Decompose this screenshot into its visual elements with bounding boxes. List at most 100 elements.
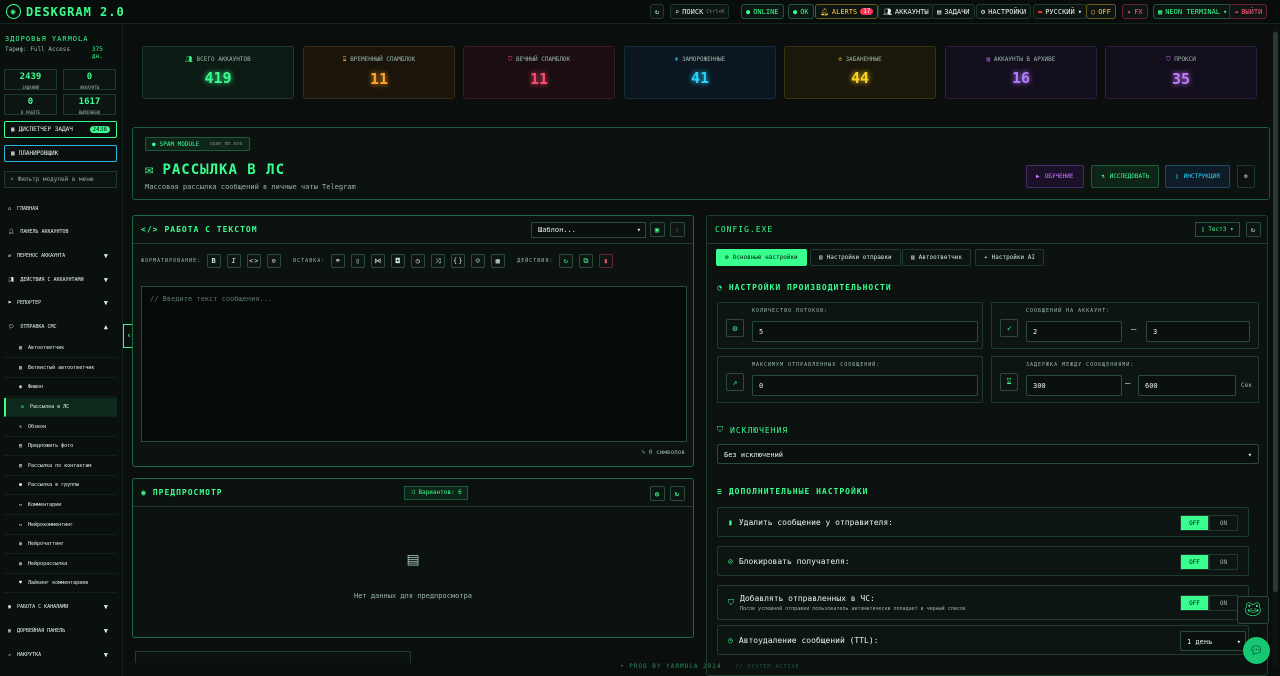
- ttl-select[interactable]: 1 день ▾: [1180, 631, 1246, 651]
- alerts-button[interactable]: 🔔︎ ALERTS 17: [815, 4, 879, 19]
- subnav-autoresponder[interactable]: ▥ Автоответчик: [4, 339, 117, 358]
- gear-icon: ⚙: [1244, 173, 1248, 180]
- sound-toggle[interactable]: ○ OFF: [1086, 4, 1116, 19]
- dispatcher-button[interactable]: ▣ ДИСПЕТЧЕР ЗАДАЧ 2438: [4, 121, 117, 138]
- accounts-button[interactable]: 👥︎ АККАУНТЫ: [878, 4, 934, 19]
- chat-fab-button[interactable]: 💬︎: [1243, 637, 1270, 664]
- message-textarea[interactable]: // Введите текст сообщения...: [141, 286, 687, 442]
- subnav-neuro-mailing[interactable]: ◍ Нейрорассылка: [4, 555, 117, 574]
- copy-text-button[interactable]: ⧉: [579, 254, 594, 268]
- refresh-button[interactable]: ↻: [650, 4, 665, 19]
- italic-button[interactable]: I: [227, 254, 242, 268]
- nav-home[interactable]: ⌂ ГЛАВНАЯ: [0, 199, 122, 218]
- per-account-min-input[interactable]: 2: [1026, 321, 1122, 342]
- module-filter-input[interactable]: ⌕ Фильтр модулей в меню: [4, 171, 117, 188]
- preview-refresh-button[interactable]: ↻: [670, 486, 685, 501]
- scrollbar-thumb[interactable]: [1273, 32, 1278, 592]
- logout-button[interactable]: ⇥ ВЫЙТИ: [1229, 4, 1268, 19]
- per-account-max-input[interactable]: 3: [1146, 321, 1250, 342]
- tasks-button[interactable]: ▤ ЗАДАЧИ: [932, 4, 975, 19]
- flag-icon: ⚑: [8, 299, 12, 306]
- block-receiver-toggle[interactable]: OFF ON: [1180, 554, 1238, 570]
- subnav-dm-mailing[interactable]: ✉ Рассылка в ЛС: [4, 398, 117, 417]
- threads-input[interactable]: 5: [752, 321, 978, 342]
- research-button[interactable]: ⚗ ИССЛЕДОВАТЬ: [1091, 165, 1160, 188]
- emoji-button[interactable]: ☺: [471, 254, 486, 268]
- card-temp-spamblock[interactable]: ⌛︎ ВРЕМЕННЫЙ СПАМБЛОК 11: [303, 46, 455, 99]
- template-select[interactable]: Шаблон... ▾: [531, 222, 646, 238]
- variable-button[interactable]: {}: [451, 254, 466, 268]
- share-button[interactable]: ⋈: [371, 254, 386, 268]
- card-frozen[interactable]: ❄ ЗАМОРОЖЕННЫЕ 41: [624, 46, 776, 99]
- card-proxies[interactable]: ⛉ ПРОКСИ 35: [1105, 46, 1257, 99]
- nav-sms[interactable]: 💬︎ ОТПРАВКА СМС ▲: [0, 317, 122, 336]
- toggle-on[interactable]: ON: [1209, 595, 1238, 611]
- tab-ai-settings[interactable]: ✦ Настройки AI: [975, 249, 1044, 266]
- subnav-comment-liking[interactable]: ♥ Лайкинг комментариев: [4, 574, 117, 593]
- fx-toggle[interactable]: ✦ FX: [1122, 4, 1148, 19]
- refresh-text-button[interactable]: ↻: [559, 254, 574, 268]
- image-button[interactable]: ▦: [491, 254, 506, 268]
- file-button[interactable]: ▯: [351, 254, 366, 268]
- toggle-on[interactable]: ON: [1209, 554, 1238, 570]
- nav-reporter[interactable]: ⚑ РЕПОРТЕР ▼: [0, 293, 122, 312]
- subnav-calling[interactable]: ☏ Обзвон: [4, 418, 117, 437]
- code-button[interactable]: <>: [247, 254, 262, 268]
- card-archived[interactable]: ▤ АККАУНТЫ В АРХИВЕ 16: [945, 46, 1097, 99]
- app-logo[interactable]: ◉ DESKGRAM 2.0: [6, 4, 125, 19]
- tab-autoresponder[interactable]: ▥ Автоответчик: [902, 249, 971, 266]
- subnav-offer-photo[interactable]: ▤ Предложить фото: [4, 437, 117, 456]
- nav-doorway[interactable]: ▥ ДОРВЕЙНАЯ ПАНЕЛЬ ▼: [0, 621, 122, 640]
- toggle-off[interactable]: OFF: [1180, 554, 1209, 570]
- time-button[interactable]: ◷: [411, 254, 426, 268]
- subnav-neuro-chatting[interactable]: ◍ Нейрочаттинг: [4, 535, 117, 554]
- settings-button[interactable]: ⚙ НАСТРОЙКИ: [976, 4, 1032, 19]
- subnav-branch-autoresponder[interactable]: ▥ Ветвистый автоответчик: [4, 359, 117, 378]
- card-perm-spamblock[interactable]: ⛉ ВЕЧНЫЙ СПАМБЛОК 11: [463, 46, 615, 99]
- nav-boost[interactable]: ↗ НАКРУТКА ▼: [0, 645, 122, 664]
- random-button[interactable]: ⤨: [431, 254, 446, 268]
- subnav-neuro-commenting[interactable]: ▭ Нейрокомментинг: [4, 516, 117, 535]
- toggle-off[interactable]: OFF: [1180, 515, 1209, 531]
- search-button[interactable]: ⌕ ПОИСК Ctrl+K: [670, 4, 730, 19]
- profile-select[interactable]: ▯ Тест3 ▾: [1195, 222, 1240, 237]
- tab-send-settings[interactable]: ▤ Настройки отправки: [810, 249, 901, 266]
- card-total-accounts[interactable]: 👥︎ ВСЕГО АККАУНТОВ 419: [142, 46, 294, 99]
- delay-min-input[interactable]: 300: [1026, 375, 1122, 396]
- nav-account-actions[interactable]: 👥︎ ДЕЙСТВИЯ С АККАУНТАМИ ▼: [0, 270, 122, 289]
- max-sent-input[interactable]: 0: [752, 375, 978, 396]
- link-button[interactable]: ⚭: [331, 254, 346, 268]
- page-scrollbar[interactable]: [1273, 26, 1278, 666]
- bold-button[interactable]: B: [207, 254, 222, 268]
- nav-accounts-panel[interactable]: 👤︎ ПАНЕЛЬ АККАУНТОВ: [0, 222, 122, 241]
- delete-template-button[interactable]: ▯: [670, 222, 685, 237]
- theme-select[interactable]: ▦ NEON TERMINAL ▾: [1153, 4, 1233, 19]
- language-select[interactable]: ▬ РУССКИЙ ▾: [1033, 4, 1087, 19]
- config-reset-button[interactable]: ↻: [1246, 222, 1261, 237]
- clear-text-button[interactable]: ▮: [599, 254, 614, 268]
- module-settings-button[interactable]: ⚙: [1237, 165, 1255, 188]
- toggle-on[interactable]: ON: [1209, 515, 1238, 531]
- nav-transfer[interactable]: ⇄ ПЕРЕНОС АККАУНТА ▼: [0, 246, 122, 265]
- learn-button[interactable]: ▶ ОБУЧЕНИЕ: [1026, 165, 1084, 188]
- card-banned[interactable]: ⊘ ЗАБАНЕННЫЕ 44: [784, 46, 936, 99]
- scheduler-button[interactable]: ▦ ПЛАНИРОВЩИК: [4, 145, 117, 162]
- bot-button[interactable]: ◘: [391, 254, 406, 268]
- tab-main-settings[interactable]: ⚙ Основные настройки: [716, 249, 807, 266]
- subnav-comments[interactable]: ▭ Комментарии: [4, 496, 117, 515]
- mascot-widget[interactable]: 🐸︎: [1237, 596, 1269, 624]
- delete-msg-toggle[interactable]: OFF ON: [1180, 515, 1238, 531]
- toggle-off[interactable]: OFF: [1180, 595, 1209, 611]
- delay-max-input[interactable]: 600: [1138, 375, 1236, 396]
- blacklist-toggle[interactable]: OFF ON: [1180, 595, 1238, 611]
- guide-button[interactable]: ▯ ИНСТРУКЦИЯ: [1165, 165, 1230, 188]
- save-template-button[interactable]: ▣: [650, 222, 665, 237]
- preview-palette-button[interactable]: ◍: [650, 486, 665, 501]
- subnav-phishing[interactable]: ◉ Фишон: [4, 378, 117, 397]
- spoiler-button[interactable]: ⊘: [267, 254, 282, 268]
- subnav-contacts-mailing[interactable]: ▤ Рассылка по контактам: [4, 457, 117, 476]
- subnav-groups-mailing[interactable]: ● Рассылка в группы: [4, 476, 117, 495]
- nav-channels[interactable]: ▣ РАБОТА С КАНАЛАМИ ▼: [0, 597, 122, 616]
- exclusions-select[interactable]: Без исключений ▾: [717, 444, 1259, 464]
- nav-label: НАКРУТКА: [17, 651, 42, 658]
